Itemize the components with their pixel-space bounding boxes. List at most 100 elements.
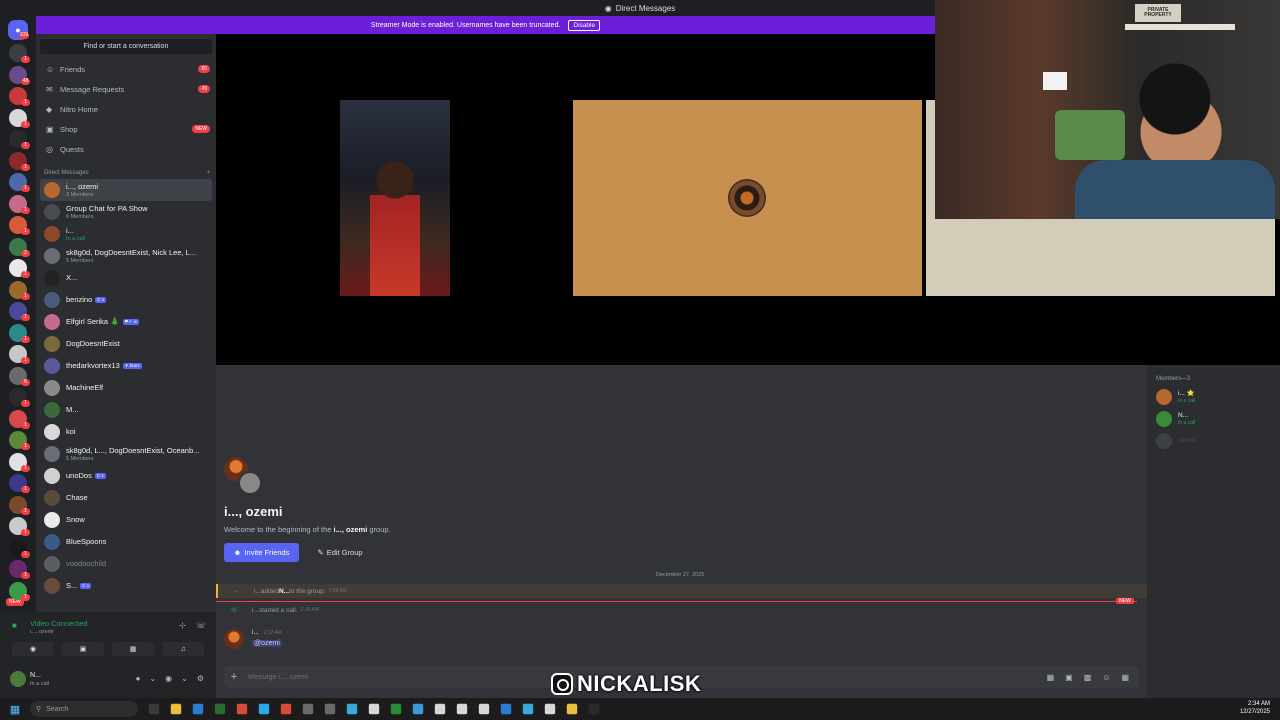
noise-suppression-icon[interactable]: ⊹ [179, 621, 186, 630]
invite-friends-button[interactable]: ☻ Invite Friends [224, 543, 299, 562]
taskbar-app-icon[interactable] [390, 703, 402, 715]
mic-icon[interactable]: ● [136, 674, 141, 683]
dm-item[interactable]: voodoochild [36, 553, 216, 575]
chat-panel: i..., ozemi Welcome to the beginning of … [216, 365, 1147, 698]
dm-item[interactable]: i... In a call [36, 223, 216, 245]
dm-item[interactable]: BlueSpoons [36, 531, 216, 553]
taskbar-app-icon[interactable] [258, 703, 270, 715]
video-tile-participant-2[interactable] [573, 100, 922, 296]
taskbar-app-icon[interactable] [170, 703, 182, 715]
taskbar-search[interactable]: ⚲ Search [30, 701, 138, 717]
taskbar-app-icon[interactable] [456, 703, 468, 715]
server-mention-badge: 1 [21, 572, 30, 579]
dm-item[interactable]: sk8g0d, DogDoesntExist, Nick Lee, L... 5 … [36, 245, 216, 267]
taskbar-app-icon[interactable] [368, 703, 380, 715]
sys2-actor[interactable]: i... [252, 607, 259, 614]
video-tile-participant-1[interactable] [340, 100, 450, 296]
dm-header: Direct Messages + [36, 167, 216, 179]
screen-share-button[interactable]: ▣ [62, 642, 104, 656]
taskbar-app-icon[interactable] [412, 703, 424, 715]
taskbar-app-icon[interactable] [566, 703, 578, 715]
member-item[interactable]: i... ⭐ In a call [1156, 389, 1195, 405]
sidebar-nav-friends[interactable]: ☺ Friends 60 [36, 59, 216, 79]
dm-item[interactable]: M... [36, 399, 216, 421]
dm-item[interactable]: sk8g0d, L..., DogDoesntExist, Oceanb... 5… [36, 443, 216, 465]
dm-item[interactable]: Chase [36, 487, 216, 509]
gif-icon[interactable]: ▣ [1065, 673, 1073, 682]
sidebar-nav-nitro-home[interactable]: ◆ Nitro Home [36, 99, 216, 119]
dm-text: i... In a call [66, 226, 85, 242]
sys1-target[interactable]: N... [279, 588, 289, 595]
disable-streamer-mode-button[interactable]: Disable [568, 19, 601, 31]
dm-name: M... [66, 405, 79, 415]
server-mention-badge: 1 [21, 357, 30, 364]
taskbar-app-icon[interactable] [236, 703, 248, 715]
taskbar-app-icon[interactable] [280, 703, 292, 715]
emoji-icon[interactable]: ☺ [1102, 673, 1110, 682]
chevron-down-icon[interactable]: ⌄ [181, 674, 188, 683]
dm-item[interactable]: thedarkvortex13 ✦ bunz [36, 355, 216, 377]
dm-item[interactable]: benzino C x [36, 289, 216, 311]
sys1-actor[interactable]: i... [254, 588, 261, 595]
headphones-icon[interactable]: ◉ [165, 674, 172, 683]
taskbar-app-icon[interactable] [148, 703, 160, 715]
dm-item[interactable]: Snow [36, 509, 216, 531]
taskbar-app-icon[interactable] [500, 703, 512, 715]
taskbar-app-icon[interactable] [346, 703, 358, 715]
sticker-icon[interactable]: ▩ [1084, 673, 1092, 682]
taskbar-app-icon[interactable] [434, 703, 446, 715]
dm-item[interactable]: unoDos C x [36, 465, 216, 487]
member-item[interactable]: ozemi [1156, 433, 1195, 449]
taskbar-app-icon[interactable] [522, 703, 534, 715]
windows-start-icon[interactable]: ▦ [0, 703, 30, 716]
taskbar-app-icon[interactable] [214, 703, 226, 715]
taskbar-app-icon[interactable] [302, 703, 314, 715]
add-friend-icon: ☻ [233, 548, 242, 557]
taskbar-clock[interactable]: 2:34 AM 12/27/2025 [1240, 701, 1270, 717]
member-item[interactable]: N... In a call [1156, 411, 1195, 427]
sidebar-nav-quests[interactable]: ◎ Quests [36, 139, 216, 159]
create-dm-button[interactable]: + [206, 170, 210, 176]
apps-icon[interactable]: ▦ [1121, 673, 1129, 682]
dm-item[interactable]: DogDoesntExist [36, 333, 216, 355]
settings-gear-icon[interactable]: ⚙ [197, 674, 204, 683]
taskbar-app-icon[interactable] [192, 703, 204, 715]
dm-name: i..., ozemi [66, 182, 99, 192]
sidebar-nav-shop[interactable]: ▣ Shop NEW [36, 119, 216, 139]
gift-icon[interactable]: ▦ [1047, 673, 1055, 682]
find-conversation-button[interactable]: Find or start a conversation [40, 39, 212, 54]
dm-item[interactable]: S... C x [36, 575, 216, 597]
user-mention[interactable]: @ozemi [252, 640, 282, 647]
disconnect-icon[interactable]: ☏ [196, 621, 206, 630]
member-status: In a call [1178, 397, 1196, 404]
screen-share-icon: ▣ [79, 646, 87, 653]
dm-name-line: Chase [66, 493, 88, 503]
edit-group-button[interactable]: ✎ Edit Group [310, 543, 370, 562]
activities-icon: ▦ [129, 646, 137, 653]
taskbar-app-icon[interactable] [324, 703, 336, 715]
user-avatar[interactable] [10, 671, 26, 687]
dm-item[interactable]: koi [36, 421, 216, 443]
voice-status[interactable]: Video Connected [30, 619, 87, 628]
member-text: N... In a call [1178, 412, 1195, 425]
message-avatar[interactable] [224, 629, 244, 649]
chevron-down-icon[interactable]: ⌄ [149, 674, 156, 683]
message-author[interactable]: i... [252, 629, 259, 636]
server-mention-badge: 1 [21, 206, 30, 214]
dm-item[interactable]: i..., ozemi 3 Members [40, 179, 212, 201]
camera-off-button[interactable]: ◉ [12, 642, 54, 656]
dm-item[interactable]: Group Chat for PA Show 6 Members [36, 201, 216, 223]
taskbar-app-icon[interactable] [588, 703, 600, 715]
soundboard-button[interactable]: ♫ [162, 642, 204, 656]
pencil-icon: ✎ [317, 548, 324, 557]
dm-item[interactable]: X... [36, 267, 216, 289]
attach-plus-icon[interactable]: + [224, 671, 244, 683]
dm-item[interactable]: MachineElf [36, 377, 216, 399]
sys1-time: 2:09 AM [328, 588, 347, 594]
activities-button[interactable]: ▦ [112, 642, 154, 656]
server-mention-badge: 1 [21, 421, 30, 429]
dm-item[interactable]: Elfgirl Serika 🎄 ❤✓ ☠ [36, 311, 216, 333]
taskbar-app-icon[interactable] [478, 703, 490, 715]
taskbar-app-icon[interactable] [544, 703, 556, 715]
sidebar-nav-message-requests[interactable]: ✉ Message Requests 49 [36, 79, 216, 99]
